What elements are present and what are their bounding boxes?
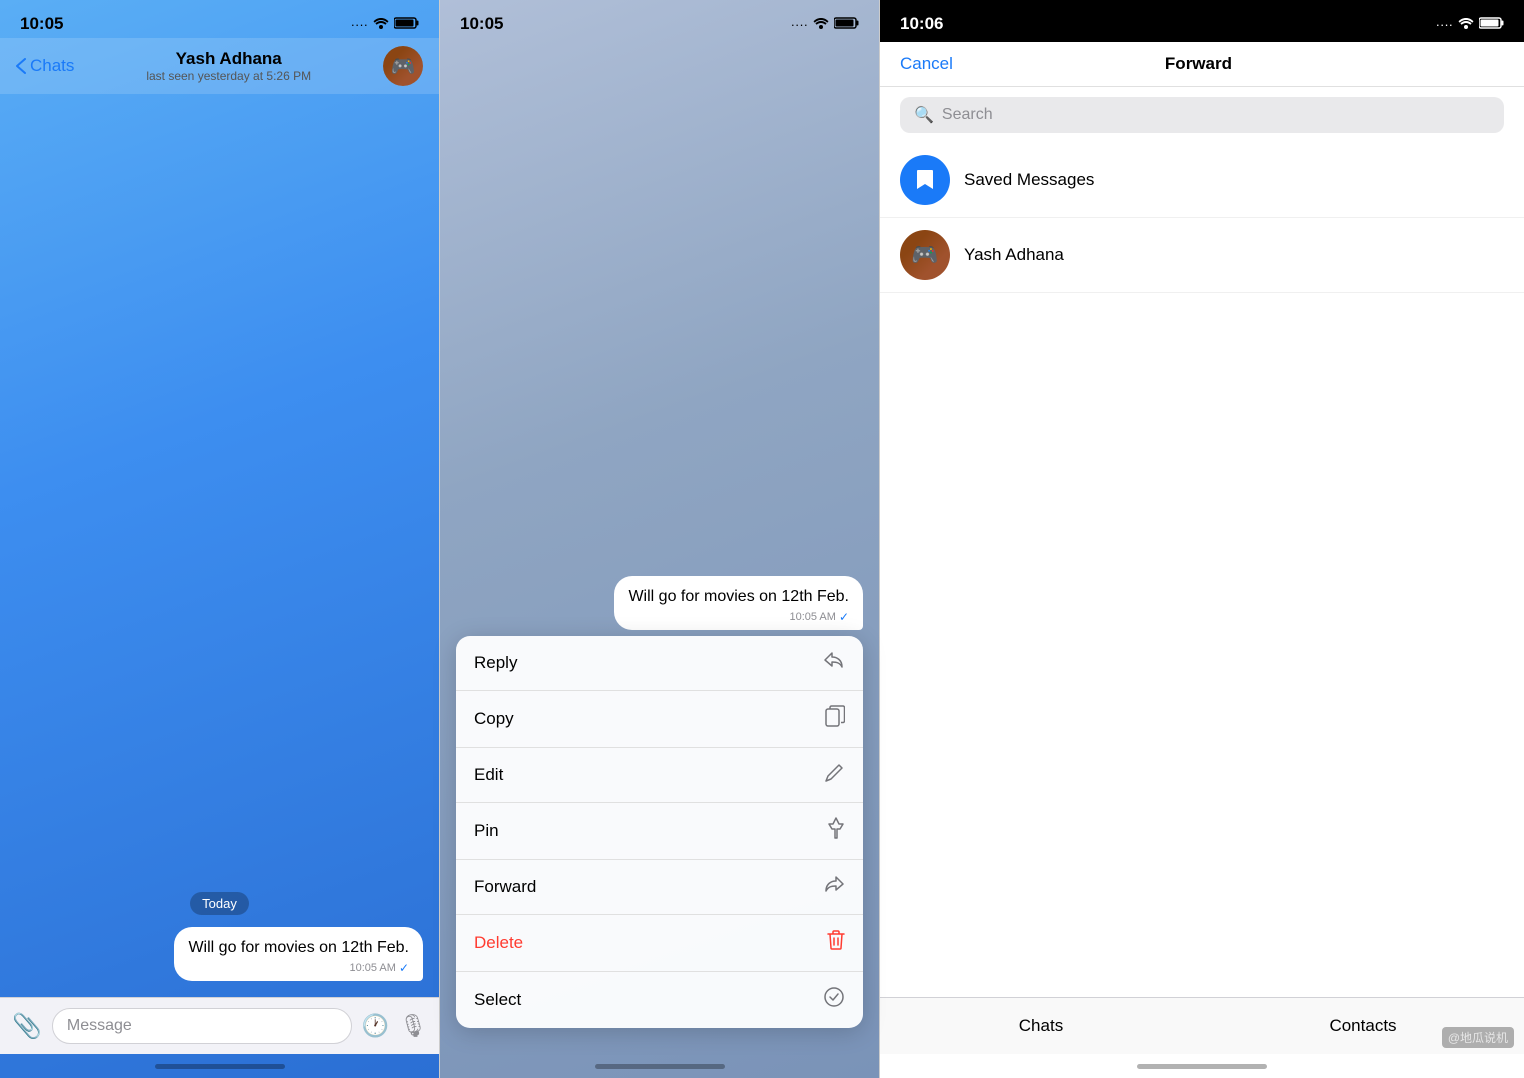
ctx-message-time: 10:05 AM <box>789 611 835 623</box>
ctx-message-meta: 10:05 AM ✓ <box>628 610 849 624</box>
ctx-wifi-icon <box>813 17 829 32</box>
ctx-home-indicator <box>440 1054 879 1078</box>
forward-status-bar: 10:06 ···· <box>880 0 1524 42</box>
wifi-icon <box>373 17 389 32</box>
forward-label: Forward <box>474 877 536 897</box>
context-menu: Reply Copy Edit <box>456 636 863 1028</box>
ctx-read-receipt-icon: ✓ <box>839 610 849 624</box>
tab-chats-label: Chats <box>1019 1016 1063 1036</box>
forward-search-bar: 🔍 Search <box>880 87 1524 143</box>
status-icons: ···· <box>351 17 419 32</box>
contact-status: last seen yesterday at 5:26 PM <box>146 69 311 83</box>
date-badge: Today <box>16 892 423 915</box>
edit-label: Edit <box>474 765 503 785</box>
saved-messages-name: Saved Messages <box>964 170 1094 190</box>
contact-avatar[interactable]: 🎮 <box>383 46 423 86</box>
fwd-wifi-icon <box>1458 17 1474 32</box>
reply-icon <box>823 650 845 676</box>
context-status-time: 10:05 <box>460 14 503 34</box>
status-bar: 10:05 ···· <box>0 0 439 38</box>
delete-icon <box>827 929 845 957</box>
mic-icon[interactable]: 🎙 <box>399 1013 427 1039</box>
avatar-image: 🎮 <box>383 46 423 86</box>
ctx-battery-icon <box>834 17 859 32</box>
back-button[interactable]: Chats <box>16 56 74 76</box>
menu-item-edit[interactable]: Edit <box>456 748 863 803</box>
forward-home-indicator <box>880 1054 1524 1078</box>
contact-info[interactable]: Yash Adhana last seen yesterday at 5:26 … <box>146 49 311 83</box>
menu-item-select[interactable]: Select <box>456 972 863 1028</box>
forward-title: Forward <box>1165 54 1232 74</box>
forward-nav-bar: Cancel Forward <box>880 42 1524 87</box>
battery-icon <box>394 17 419 32</box>
contact-item-saved[interactable]: Saved Messages <box>880 143 1524 218</box>
cancel-button[interactable]: Cancel <box>900 54 953 74</box>
contact-name: Yash Adhana <box>176 49 282 69</box>
reply-label: Reply <box>474 653 517 673</box>
search-placeholder: Search <box>942 106 993 124</box>
message-bubble[interactable]: Will go for movies on 12th Feb. 10:05 AM… <box>174 927 423 981</box>
pin-icon <box>827 817 845 845</box>
context-status-bar: 10:05 ···· <box>440 0 879 38</box>
select-icon <box>823 986 845 1014</box>
search-icon: 🔍 <box>914 105 934 125</box>
attach-icon[interactable]: 📎 <box>12 1012 42 1041</box>
input-right-icons: 🕐 🎙 <box>362 1013 427 1039</box>
chat-panel: 10:05 ···· Ch <box>0 0 440 1078</box>
saved-messages-avatar <box>900 155 950 205</box>
menu-item-copy[interactable]: Copy <box>456 691 863 748</box>
select-label: Select <box>474 990 521 1010</box>
copy-icon <box>825 705 845 733</box>
read-receipt-icon: ✓ <box>399 961 409 975</box>
message-meta: 10:05 AM ✓ <box>188 961 409 975</box>
fwd-signal-icon: ···· <box>1436 17 1453 32</box>
tab-chats[interactable]: Chats <box>880 1008 1202 1044</box>
chat-body: Today Will go for movies on 12th Feb. 10… <box>0 94 439 997</box>
search-input[interactable]: 🔍 Search <box>900 97 1504 133</box>
context-panel: 10:05 ···· Will go for movies on 12t <box>440 0 880 1078</box>
date-label: Today <box>190 892 249 915</box>
edit-icon <box>825 762 845 788</box>
context-status-icons: ···· <box>791 17 859 32</box>
watermark: @地瓜说机 <box>1442 1027 1514 1048</box>
yash-name: Yash Adhana <box>964 245 1064 265</box>
ctx-message-text: Will go for movies on 12th Feb. <box>628 586 849 608</box>
bottom-tabs: Chats Contacts <box>880 997 1524 1054</box>
forward-status-icons: ···· <box>1436 17 1504 32</box>
message-input[interactable]: Message <box>52 1008 352 1044</box>
navigation-bar: Chats Yash Adhana last seen yesterday at… <box>0 38 439 94</box>
copy-label: Copy <box>474 709 514 729</box>
menu-item-pin[interactable]: Pin <box>456 803 863 860</box>
contacts-list: Saved Messages 🎮 Yash Adhana <box>880 143 1524 997</box>
signal-icon: ···· <box>351 17 368 32</box>
message-placeholder: Message <box>67 1017 132 1035</box>
fwd-battery-icon <box>1479 17 1504 32</box>
message-text: Will go for movies on 12th Feb. <box>188 937 409 959</box>
menu-item-forward[interactable]: Forward <box>456 860 863 915</box>
forward-panel: 10:06 ···· Cancel Forward <box>880 0 1524 1078</box>
chat-input-bar: 📎 Message 🕐 🎙 <box>0 997 439 1054</box>
back-label: Chats <box>30 56 74 76</box>
menu-item-delete[interactable]: Delete <box>456 915 863 972</box>
menu-item-reply[interactable]: Reply <box>456 636 863 691</box>
tab-contacts-label: Contacts <box>1329 1016 1396 1036</box>
forward-home-bar <box>1137 1064 1267 1069</box>
delete-label: Delete <box>474 933 523 953</box>
yash-avatar: 🎮 <box>900 230 950 280</box>
ctx-home-bar <box>595 1064 725 1069</box>
pin-label: Pin <box>474 821 499 841</box>
home-bar <box>155 1064 285 1069</box>
message-time: 10:05 AM <box>349 962 395 974</box>
ctx-signal-icon: ···· <box>791 17 808 32</box>
ctx-message-bubble: Will go for movies on 12th Feb. 10:05 AM… <box>614 576 863 630</box>
contact-item-yash[interactable]: 🎮 Yash Adhana <box>880 218 1524 293</box>
home-indicator <box>0 1054 439 1078</box>
context-body: Will go for movies on 12th Feb. 10:05 AM… <box>440 38 879 1054</box>
forward-icon <box>823 874 845 900</box>
sticker-icon[interactable]: 🕐 <box>362 1013 389 1039</box>
status-time: 10:05 <box>20 14 63 34</box>
forward-status-time: 10:06 <box>900 14 943 34</box>
